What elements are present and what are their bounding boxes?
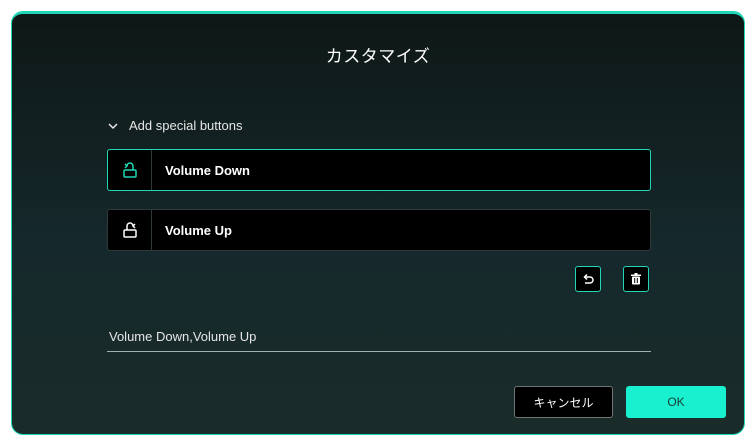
undo-button[interactable] (575, 266, 601, 292)
button-item-label: Volume Up (165, 222, 232, 238)
button-item-volume-up[interactable]: Volume Up (107, 209, 651, 251)
volume-up-icon (108, 210, 152, 250)
delete-button[interactable] (623, 266, 649, 292)
section-label: Add special buttons (129, 118, 243, 133)
button-item-volume-down[interactable]: Volume Down (107, 149, 651, 191)
add-special-buttons-toggle[interactable]: Add special buttons (107, 118, 242, 133)
chevron-down-icon (108, 122, 118, 129)
customize-dialog: カスタマイズ Add special buttons Volume Down V… (11, 11, 745, 435)
dialog-title: カスタマイズ (325, 47, 431, 67)
ok-button[interactable]: OK (626, 386, 726, 418)
volume-down-icon (108, 150, 152, 190)
cancel-button[interactable]: キャンセル (514, 386, 613, 418)
trash-icon (631, 273, 641, 285)
selected-buttons-field[interactable]: Volume Down,Volume Up (107, 328, 651, 352)
undo-icon (583, 273, 594, 284)
button-item-label: Volume Down (165, 162, 250, 178)
